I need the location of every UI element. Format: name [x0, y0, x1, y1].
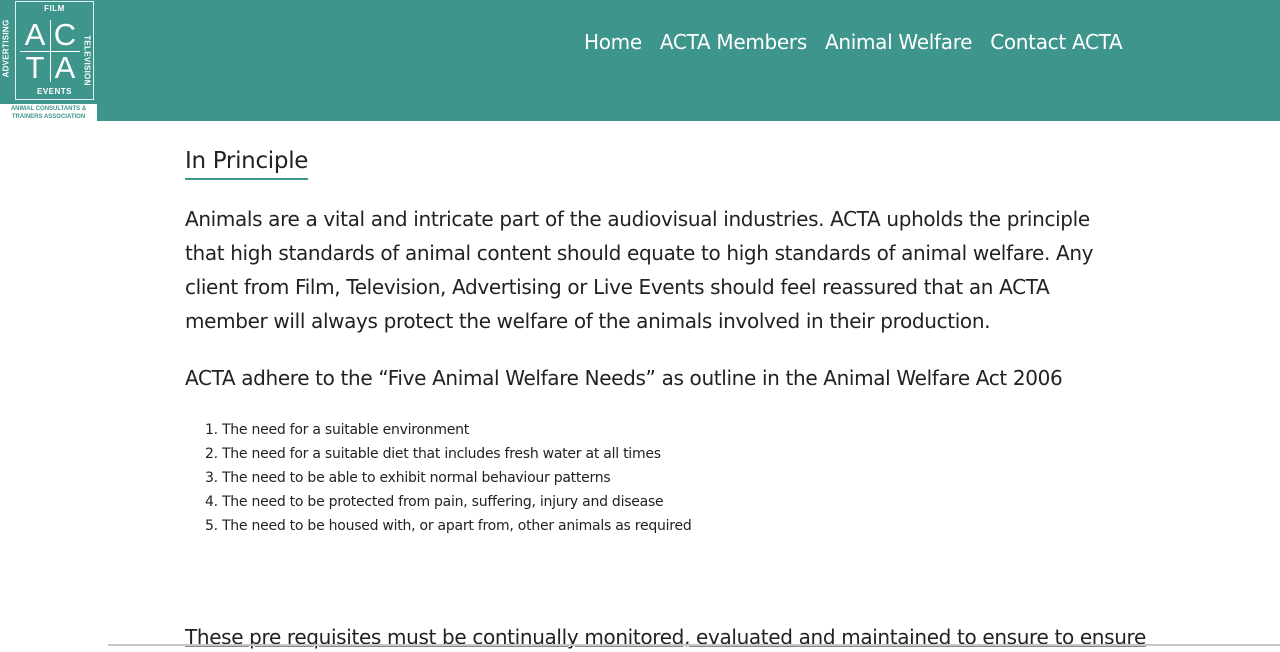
welfare-need-item: The need for a suitable environment	[222, 418, 1105, 442]
site-header: FILM ADVERTISING TELEVISION A C T A EVEN…	[0, 0, 1280, 121]
logo-events-label: EVENTS	[36, 87, 72, 96]
logo-advertising-label: ADVERTISING	[1, 19, 11, 78]
page-title: In Principle	[185, 148, 308, 180]
logo-association-line2: TRAINERS ASSOCIATION	[11, 114, 86, 120]
nav-link-contact-acta[interactable]: Contact ACTA	[990, 28, 1123, 56]
logo-letter-grid: A C T A	[20, 18, 80, 84]
welfare-need-item: The need for a suitable diet that includ…	[222, 442, 1105, 466]
nav-link-home[interactable]: Home	[584, 28, 642, 56]
closing-paragraph: These pre requisites must be continually…	[185, 625, 1146, 649]
acta-logo[interactable]: FILM ADVERTISING TELEVISION A C T A EVEN…	[0, 0, 97, 121]
main-content: In Principle Animals are a vital and int…	[185, 148, 1105, 538]
intro-paragraph: Animals are a vital and intricate part o…	[185, 207, 1094, 333]
main-nav: Home ACTA Members Animal Welfare Contact…	[584, 28, 1123, 56]
logo-association-name: ANIMAL CONSULTANTS & TRAINERS ASSOCIATIO…	[0, 104, 97, 121]
welfare-need-item: The need to be housed with, or apart fro…	[222, 514, 1105, 538]
welfare-needs-list: The need for a suitable environment The …	[185, 418, 1105, 538]
logo-letter-t: T	[25, 50, 45, 85]
logo-television-label: TELEVISION	[82, 35, 92, 86]
nav-link-acta-members[interactable]: ACTA Members	[660, 28, 807, 56]
welfare-act-paragraph: ACTA adhere to the “Five Animal Welfare …	[185, 366, 1063, 390]
nav-link-animal-welfare[interactable]: Animal Welfare	[825, 28, 973, 56]
welfare-need-item: The need to be able to exhibit normal be…	[222, 466, 1105, 490]
logo-letter-a1: A	[24, 17, 46, 52]
logo-association-line1: ANIMAL CONSULTANTS &	[10, 106, 87, 112]
logo-letter-a2: A	[54, 50, 76, 85]
logo-film-label: FILM	[44, 4, 65, 13]
logo-divider-horizontal	[20, 51, 80, 52]
welfare-need-item: The need to be protected from pain, suff…	[222, 490, 1105, 514]
logo-letter-c: C	[53, 17, 77, 52]
